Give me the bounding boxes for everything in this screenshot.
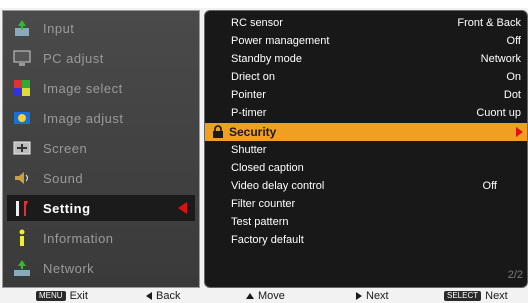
screen-icon [11,137,33,159]
menu-item-label: Screen [43,140,88,156]
row-name: Factory default [231,234,304,246]
row-pointer[interactable]: Pointer Dot [205,87,527,104]
active-indicator-arrow [178,202,187,214]
up-down-arrow-icon [246,293,254,299]
image-select-icon [11,77,33,99]
pc-adjust-icon [11,47,33,69]
row-security[interactable]: Security [205,123,527,141]
row-name: Closed caption [231,162,304,174]
image-adjust-icon [11,107,33,129]
row-value: Off [506,35,521,47]
row-test-pattern[interactable]: Test pattern [205,214,527,231]
menu-item-label: PC adjust [43,50,104,66]
row-closed-caption[interactable]: Closed caption [205,160,527,177]
help-select-next: SELECT Next [444,290,508,302]
help-next: Next [356,290,389,302]
help-select-next-label: Next [485,290,508,302]
lock-icon [211,125,225,139]
row-name: Driect on [231,71,276,83]
row-value: Dot [503,89,521,101]
row-value: Cuont up [476,107,521,119]
menu-item-sound[interactable]: Sound [7,165,195,191]
row-name: RC sensor [231,17,283,29]
row-name: Pointer [231,89,266,101]
information-icon [11,227,33,249]
main-menu-panel: Input PC adjust Image select Image adjus… [2,10,200,288]
row-name: Power management [231,35,330,47]
help-exit-label: Exit [69,290,88,302]
row-value: Network [480,53,521,65]
submenu-arrow-icon [516,127,523,137]
menu-item-setting[interactable]: Setting [7,195,195,221]
menu-item-information[interactable]: Information [7,225,195,251]
row-name: Filter counter [231,198,296,210]
menu-item-label: Input [43,20,75,36]
row-name: Video delay control [231,180,325,192]
row-standby-mode[interactable]: Standby mode Network [205,51,527,68]
help-move-label: Move [258,290,285,302]
row-direct-on[interactable]: Driect on On [205,69,527,86]
row-name: Standby mode [231,53,302,65]
row-name: Test pattern [231,216,289,228]
page-indicator: 2/2 [507,269,523,281]
right-arrow-icon [356,292,362,300]
top-strip [0,0,528,8]
menu-item-label: Setting [43,200,91,216]
row-rc-sensor[interactable]: RC sensor Front & Back [205,15,527,32]
network-icon [11,257,33,279]
help-back-label: Back [156,290,181,302]
row-name: Security [229,125,277,139]
input-icon [11,17,33,39]
help-bar: MENU Exit Back Move Next SELECT Next [0,290,528,303]
row-value: Off [482,180,497,192]
menu-item-label: Image adjust [43,110,124,126]
menu-item-label: Information [43,230,114,246]
row-power-management[interactable]: Power management Off [205,33,527,50]
row-value: On [506,71,521,83]
row-p-timer[interactable]: P-timer Cuont up [205,105,527,122]
setting-icon [11,197,33,219]
row-value: Front & Back [457,17,521,29]
row-shutter[interactable]: Shutter [205,142,527,159]
row-name: P-timer [231,107,267,119]
setting-submenu-panel: RC sensor Front & Back Power management … [204,10,528,288]
menu-screen: Input PC adjust Image select Image adjus… [0,0,528,303]
help-move: Move [246,290,285,302]
help-back: Back [146,290,180,302]
help-next-label: Next [366,290,389,302]
menu-item-image-select[interactable]: Image select [7,75,195,101]
row-name: Shutter [231,144,267,156]
row-factory-default[interactable]: Factory default [205,232,527,249]
sound-icon [11,167,33,189]
menu-item-pc-adjust[interactable]: PC adjust [7,45,195,71]
menu-item-label: Network [43,260,95,276]
help-exit: MENU Exit [36,290,88,302]
menu-item-image-adjust[interactable]: Image adjust [7,105,195,131]
row-filter-counter[interactable]: Filter counter [205,196,527,213]
row-video-delay-control[interactable]: Video delay control Off [205,178,527,195]
menu-item-label: Image select [43,80,123,96]
menu-key-icon: MENU [36,291,66,301]
menu-item-network[interactable]: Network [7,255,195,281]
menu-item-input[interactable]: Input [7,15,195,41]
left-arrow-icon [146,292,152,300]
menu-item-screen[interactable]: Screen [7,135,195,161]
select-key-icon: SELECT [444,291,482,301]
menu-item-label: Sound [43,170,84,186]
